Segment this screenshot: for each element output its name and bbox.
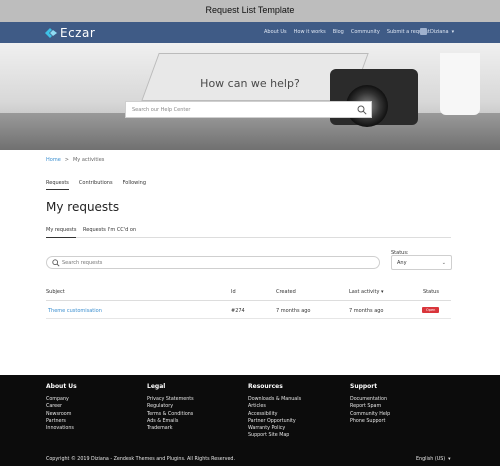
eczar-logo-icon <box>45 27 57 38</box>
footer-heading: Resources <box>248 383 283 390</box>
search-icon <box>52 259 60 267</box>
nav-link-blog[interactable]: Blog <box>333 29 344 35</box>
window-title: Request List Template <box>205 5 295 15</box>
avatar <box>420 28 427 35</box>
search-requests-placeholder: Search requests <box>62 260 103 266</box>
tab-following[interactable]: Following <box>123 180 146 190</box>
breadcrumb-current: My activities <box>72 157 105 163</box>
footer-link[interactable]: Privacy Statements <box>147 396 194 403</box>
footer-link[interactable]: Phone Support <box>350 418 390 425</box>
copyright-text: Copyright © 2019 Diziana - Zendesk Theme… <box>46 457 235 462</box>
user-menu[interactable]: Diziana ▾ <box>420 28 454 35</box>
chevron-down-icon: ▾ <box>451 28 455 35</box>
footer-link[interactable]: Trademark <box>147 425 194 432</box>
status-select-value: Any <box>397 260 407 266</box>
hero-banner: How can we help? Search our Help Center <box>0 43 500 150</box>
chevron-down-icon: ▾ <box>448 457 451 462</box>
help-center-search-placeholder: Search our Help Center <box>132 107 191 113</box>
activity-tabs: Requests Contributions Following <box>46 180 146 190</box>
footer-link[interactable]: Articles <box>248 403 301 410</box>
footer-column-support: Support Documentation Report Spam Commun… <box>350 383 390 425</box>
brand-logo[interactable]: Eczar <box>45 25 95 40</box>
status-select[interactable]: Any ⌄ <box>391 255 452 270</box>
search-icon[interactable] <box>357 105 367 115</box>
footer-link[interactable]: Company <box>46 396 77 403</box>
language-label: English (US) <box>416 457 446 462</box>
window-titlebar: Request List Template <box>0 0 500 22</box>
status-badge-label: Open <box>422 307 440 313</box>
col-status-header: Status <box>423 289 439 295</box>
brand-name: Eczar <box>60 25 96 40</box>
footer-link[interactable]: Support Site Map <box>248 432 301 439</box>
request-created: 7 months ago <box>276 308 311 314</box>
help-center-search-input[interactable]: Search our Help Center <box>125 101 372 118</box>
chevron-down-icon: ⌄ <box>441 260 446 266</box>
language-selector[interactable]: English (US) ▾ <box>416 457 451 462</box>
footer-link[interactable]: Regulatory <box>147 403 194 410</box>
request-last-activity: 7 months ago <box>349 308 384 314</box>
nav-links: About Us How it works Blog Community Sub… <box>264 29 430 35</box>
footer-link[interactable]: Community Help <box>350 411 390 418</box>
tab-my-requests[interactable]: My requests <box>46 227 77 238</box>
footer-column-about: About Us Company Career Newsroom Partner… <box>46 383 77 432</box>
request-subject-link[interactable]: Theme customisation <box>48 308 102 314</box>
footer-link[interactable]: Innovations <box>46 425 77 432</box>
footer-link[interactable]: Terms & Conditions <box>147 411 194 418</box>
footer-column-resources: Resources Downloads & Manuals Articles A… <box>248 383 301 440</box>
table-header-row: Subject Id Created Last activity ▾ Statu… <box>46 289 451 301</box>
nav-link-about-us[interactable]: About Us <box>264 29 287 35</box>
hero-desk-image <box>0 113 500 150</box>
footer-link[interactable]: Newsroom <box>46 411 77 418</box>
footer-link[interactable]: Downloads & Manuals <box>248 396 301 403</box>
requests-table: Subject Id Created Last activity ▾ Statu… <box>46 289 451 319</box>
col-created-header: Created <box>276 289 296 295</box>
hero-heading: How can we help? <box>200 77 300 90</box>
col-last-activity-header[interactable]: Last activity ▾ <box>349 289 384 295</box>
user-name: Diziana <box>430 28 449 35</box>
footer-heading: About Us <box>46 383 77 390</box>
footer-link[interactable]: Warranty Policy <box>248 425 301 432</box>
footer: About Us Company Career Newsroom Partner… <box>0 375 500 466</box>
footer-link[interactable]: Report Spam <box>350 403 390 410</box>
footer-link[interactable]: Accessibility <box>248 411 301 418</box>
breadcrumb: Home > My activities <box>46 157 104 163</box>
col-subject-header: Subject <box>46 289 65 295</box>
tab-requests[interactable]: Requests <box>46 180 69 190</box>
footer-link[interactable]: Partners <box>46 418 77 425</box>
footer-heading: Support <box>350 383 378 390</box>
top-navbar: Eczar About Us How it works Blog Communi… <box>0 22 500 43</box>
request-id: #274 <box>231 308 245 314</box>
footer-link[interactable]: Ads & Emails <box>147 418 194 425</box>
request-tabs: My requests Requests I'm CC'd on <box>46 227 451 238</box>
nav-link-community[interactable]: Community <box>351 29 380 35</box>
tab-contributions[interactable]: Contributions <box>79 180 113 190</box>
breadcrumb-separator: > <box>64 157 69 163</box>
page-title: My requests <box>46 200 120 214</box>
search-requests-input[interactable]: Search requests <box>46 256 380 269</box>
footer-link[interactable]: Documentation <box>350 396 390 403</box>
status-badge: Open <box>422 307 440 313</box>
tab-requests-ccd[interactable]: Requests I'm CC'd on <box>83 227 136 233</box>
footer-column-legal: Legal Privacy Statements Regulatory Term… <box>147 383 194 432</box>
col-id-header: Id <box>231 289 236 295</box>
footer-link[interactable]: Partner Opportunity <box>248 418 301 425</box>
table-row: Theme customisation #274 7 months ago 7 … <box>46 301 451 319</box>
breadcrumb-home[interactable]: Home <box>46 157 61 163</box>
footer-link[interactable]: Career <box>46 403 77 410</box>
nav-link-how-it-works[interactable]: How it works <box>294 29 326 35</box>
footer-heading: Legal <box>147 383 166 390</box>
